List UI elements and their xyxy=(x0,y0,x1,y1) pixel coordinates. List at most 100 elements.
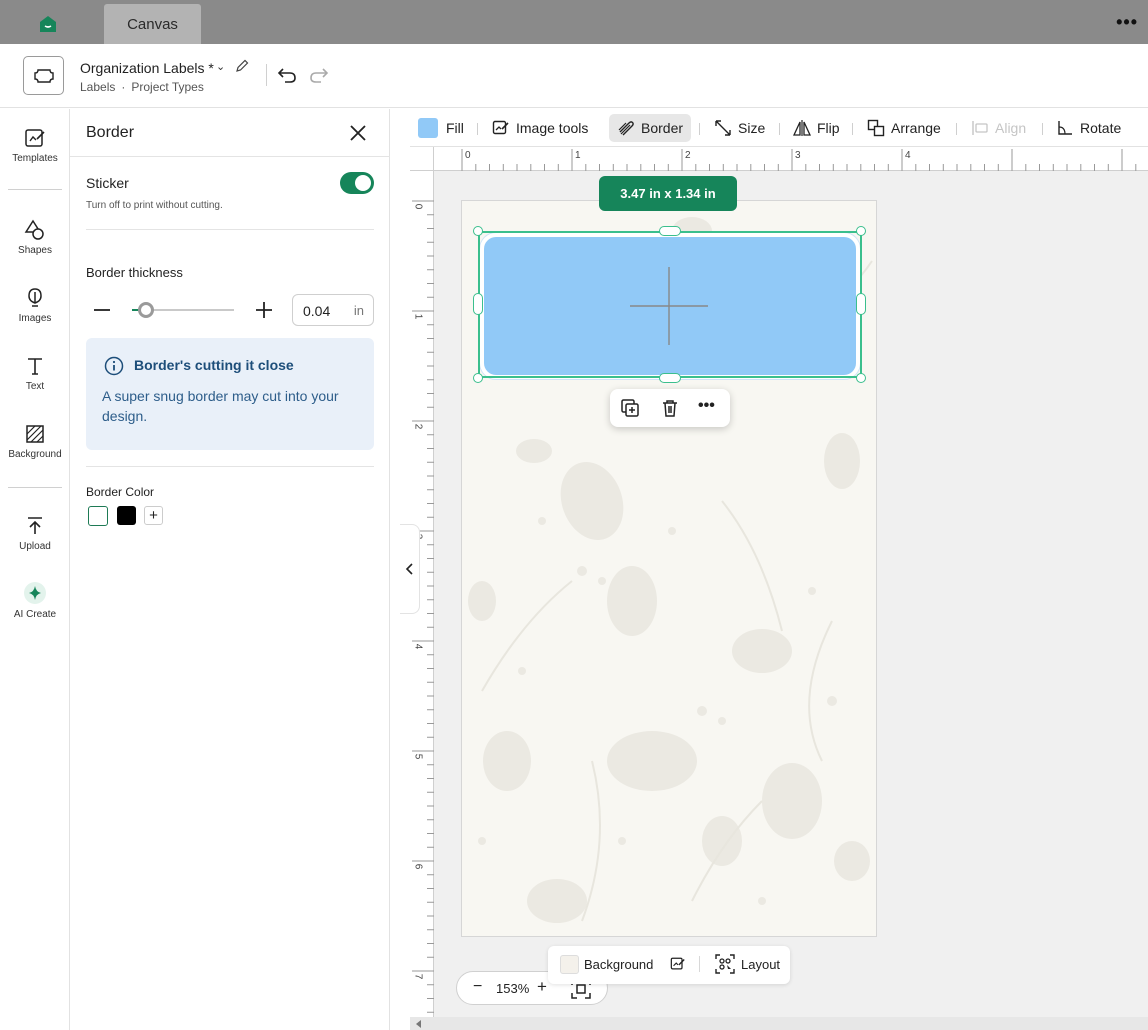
templates-icon xyxy=(25,129,45,147)
redo-icon[interactable] xyxy=(308,64,330,86)
resize-handle-top-left[interactable] xyxy=(473,226,483,236)
zoom-level: 153% xyxy=(496,981,530,996)
ruler-label: 0 xyxy=(412,203,424,210)
close-icon[interactable] xyxy=(348,123,368,143)
resize-handle-bottom-left[interactable] xyxy=(473,373,483,383)
thickness-slider-handle[interactable] xyxy=(138,302,154,318)
resize-handle-bottom[interactable] xyxy=(659,373,681,383)
border-thickness-label: Border thickness xyxy=(86,265,183,280)
size-button[interactable]: Size xyxy=(714,114,765,142)
rail-item-images[interactable]: Images xyxy=(0,287,70,324)
resize-handle-right[interactable] xyxy=(856,293,866,315)
ruler-label: 4 xyxy=(412,643,424,650)
label-shape-icon xyxy=(33,68,54,83)
section-divider xyxy=(86,466,374,467)
border-color-swatch-black[interactable] xyxy=(117,506,136,525)
home-icon[interactable] xyxy=(36,12,60,36)
ruler-label: 1 xyxy=(575,150,581,161)
pencil-icon[interactable] xyxy=(234,58,250,74)
fill-button[interactable]: Fill xyxy=(418,114,464,142)
collapse-panel-button[interactable] xyxy=(400,524,420,614)
sticker-label: Sticker xyxy=(86,175,129,191)
shapes-icon xyxy=(24,219,44,240)
sparkle-icon xyxy=(24,582,46,604)
ruler-ticks xyxy=(461,149,1137,171)
horizontal-scrollbar[interactable] xyxy=(410,1017,1148,1030)
rail-item-background[interactable]: Background xyxy=(0,423,70,460)
duplicate-icon[interactable] xyxy=(620,398,640,418)
chevron-left-icon xyxy=(405,563,413,575)
align-button[interactable]: Align xyxy=(971,114,1026,142)
project-category: Labels xyxy=(80,80,116,94)
ruler-label: 5 xyxy=(412,753,424,760)
border-button[interactable]: Border xyxy=(609,114,692,142)
panel-title: Border xyxy=(86,124,135,141)
info-icon xyxy=(104,356,124,376)
arrange-button[interactable]: Arrange xyxy=(867,114,941,142)
resize-handle-left[interactable] xyxy=(473,293,483,315)
toolbar-divider xyxy=(779,123,780,135)
move-crosshair-icon[interactable] xyxy=(630,267,708,345)
text-icon xyxy=(28,358,42,375)
layout-icon[interactable] xyxy=(715,954,735,974)
tab-bar: Canvas ••• xyxy=(0,0,1148,44)
resize-handle-top[interactable] xyxy=(659,226,681,236)
undo-icon[interactable] xyxy=(276,64,298,86)
toolbar-divider xyxy=(1042,123,1043,135)
zoom-in-button[interactable]: + xyxy=(537,977,547,997)
border-color-swatch-white[interactable] xyxy=(88,506,108,526)
object-context-menu: ••• xyxy=(610,389,730,427)
zoom-out-button[interactable]: − xyxy=(473,978,482,996)
tab-canvas[interactable]: Canvas xyxy=(104,4,201,44)
ruler-label: 7 xyxy=(412,973,424,980)
rail-item-templates[interactable]: Templates xyxy=(0,127,70,164)
fill-color-swatch xyxy=(418,118,438,138)
project-menu-button[interactable] xyxy=(23,56,64,95)
images-icon xyxy=(28,288,42,307)
more-options-icon[interactable]: ••• xyxy=(698,397,715,415)
toolbar-divider xyxy=(699,123,700,135)
sticker-toggle[interactable] xyxy=(340,172,374,194)
flip-button[interactable]: Flip xyxy=(793,114,840,142)
background-swatch[interactable] xyxy=(560,955,579,974)
bar-divider xyxy=(699,956,700,972)
rail-item-ai-create[interactable]: AI Create xyxy=(0,581,70,620)
resize-handle-top-right[interactable] xyxy=(856,226,866,236)
rail-item-shapes[interactable]: Shapes xyxy=(0,219,70,256)
border-warning-notice: Border's cutting it close A super snug b… xyxy=(86,338,374,450)
project-breadcrumb: Labels · Project Types xyxy=(80,80,204,94)
canvas-bottom-bar: Background Layout xyxy=(548,946,790,984)
add-color-button[interactable]: + xyxy=(144,506,163,525)
more-options-icon[interactable]: ••• xyxy=(1116,12,1138,33)
thickness-value[interactable]: 0.04 xyxy=(303,303,330,319)
chevron-down-icon[interactable]: ⌄ xyxy=(216,60,225,73)
scroll-left-icon[interactable] xyxy=(414,1018,424,1030)
left-rail: Templates Shapes Images Text Background xyxy=(0,109,70,1030)
image-tools-icon[interactable] xyxy=(670,956,686,972)
notice-title: Border's cutting it close xyxy=(134,357,294,373)
ruler-label: 3 xyxy=(795,150,801,161)
ruler-label: 0 xyxy=(465,150,471,161)
project-type: Project Types xyxy=(131,80,204,94)
sticker-help-text: Turn off to print without cutting. xyxy=(86,200,223,211)
resize-icon xyxy=(715,120,731,136)
flip-icon xyxy=(793,120,811,136)
ruler-label: 2 xyxy=(685,150,691,161)
upload-icon xyxy=(28,517,42,534)
rotate-button[interactable]: Rotate xyxy=(1056,114,1121,142)
background-button[interactable]: Background xyxy=(584,957,653,972)
delete-icon[interactable] xyxy=(660,398,680,418)
image-tools-button[interactable]: Image tools xyxy=(492,114,588,142)
section-divider xyxy=(86,229,374,230)
increase-thickness-button[interactable] xyxy=(254,300,274,320)
notice-body: A super snug border may cut into your de… xyxy=(102,388,339,424)
design-canvas[interactable]: 0 1 2 3 4 0 1 2 3 4 5 6 7 xyxy=(410,147,1148,1030)
project-title[interactable]: Organization Labels * xyxy=(80,60,214,76)
decrease-thickness-button[interactable] xyxy=(92,300,112,320)
rail-item-text[interactable]: Text xyxy=(0,355,70,392)
rail-item-upload[interactable]: Upload xyxy=(0,515,70,552)
resize-handle-bottom-right[interactable] xyxy=(856,373,866,383)
dimension-badge: 3.47 in x 1.34 in xyxy=(599,176,737,211)
layout-button[interactable]: Layout xyxy=(741,957,780,972)
thickness-input[interactable]: 0.04 in xyxy=(292,294,374,326)
